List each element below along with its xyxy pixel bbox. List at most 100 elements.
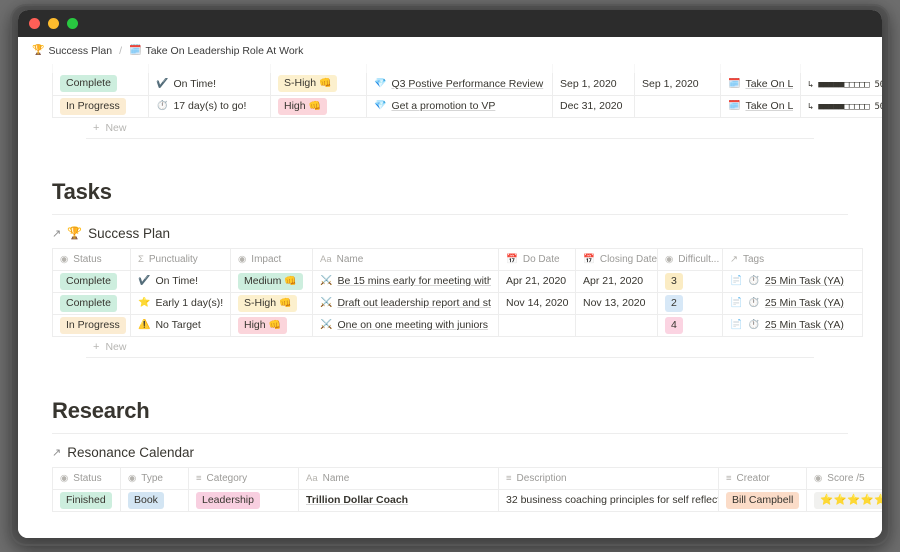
- task-tags-cell[interactable]: 📄 ⏱️ 25 Min Task (YA): [722, 292, 863, 315]
- progress-bar: ↳ ■■■■■□□□□□ 50%: [808, 79, 882, 90]
- goal-status-cell[interactable]: In Progress: [52, 95, 149, 118]
- task-name-cell[interactable]: ⚔️ Be 15 mins early for meeting with dire…: [312, 270, 499, 293]
- column-header-impact[interactable]: ◉ Impact: [230, 247, 313, 271]
- column-header-status[interactable]: ◉ Status: [52, 247, 131, 271]
- task-punctuality-cell[interactable]: ⚠️ No Target: [130, 314, 231, 337]
- task-difficulty-cell[interactable]: 3: [657, 270, 723, 293]
- research-creator-cell[interactable]: Bill Campbell: [718, 489, 807, 512]
- goal-status-cell[interactable]: Complete: [52, 73, 149, 96]
- column-header-difficulty[interactable]: ◉ Difficult...: [657, 247, 723, 271]
- table-row[interactable]: Finished Book Leadership Trillion Dollar…: [52, 489, 882, 512]
- task-closing-date-cell[interactable]: Apr 21, 2020: [575, 270, 658, 293]
- goal-punctuality-cell[interactable]: ✔️ On Time!: [148, 73, 271, 96]
- goal-name-cell[interactable]: 💎 Get a promotion to VP: [366, 95, 553, 118]
- tasks-new-row-button[interactable]: + New: [86, 337, 814, 358]
- linked-database-resonance-calendar[interactable]: ↗ Resonance Calendar: [52, 445, 882, 460]
- research-name-cell[interactable]: Trillion Dollar Coach: [298, 489, 499, 512]
- score-rating: ⭐⭐⭐⭐⭐: [814, 491, 882, 509]
- tasks-table-wrapper: ◉ Status Σ Punctuality ◉ Impact Aa Name 📅 Do …: [52, 247, 863, 358]
- goal-relation-cell[interactable]: 🗓️ Take On Leade: [720, 73, 801, 96]
- task-name-cell[interactable]: ⚔️ One on one meeting with juniors: [312, 314, 499, 337]
- task-status-cell[interactable]: Complete: [52, 292, 131, 315]
- goal-do-date-cell[interactable]: Dec 31, 2020: [552, 95, 635, 118]
- breadcrumb-item-success-plan[interactable]: 🏆 Success Plan: [32, 45, 112, 57]
- column-header-category[interactable]: ≡ Category: [188, 466, 299, 490]
- relation-text: Take On Leade: [745, 100, 793, 112]
- task-impact-cell[interactable]: Medium 👊: [230, 270, 313, 293]
- table-row[interactable]: In Progress ⚠️ No Target High 👊 ⚔️ One on …: [52, 314, 863, 337]
- goal-punctuality-cell[interactable]: ⏱️ 17 day(s) to go!: [148, 95, 271, 118]
- check-icon: ✔️: [138, 275, 151, 286]
- task-do-date-cell[interactable]: Nov 14, 2020: [498, 292, 576, 315]
- column-header-type[interactable]: ◉ Type: [120, 466, 189, 490]
- column-header-do-date[interactable]: 📅 Do Date: [498, 247, 576, 271]
- goal-progress-cell[interactable]: ↳ ■■■■■□□□□□ 50%: [800, 73, 882, 96]
- goal-progress-cell[interactable]: ↳ ■■■■■□□□□□ 50%: [800, 95, 882, 118]
- goal-closing-date-cell[interactable]: [634, 95, 721, 118]
- task-name-cell[interactable]: ⚔️ Draft out leadership report and strate…: [312, 292, 499, 315]
- close-window-icon[interactable]: [29, 18, 40, 29]
- table-row[interactable]: Complete ✔️ On Time! Medium 👊 ⚔️ Be 15 min…: [52, 270, 863, 293]
- task-closing-date-cell[interactable]: Nov 13, 2020: [575, 292, 658, 315]
- task-impact-cell[interactable]: High 👊: [230, 314, 313, 337]
- task-tags-cell[interactable]: 📄 ⏱️ 25 Min Task (YA): [722, 314, 863, 337]
- research-category-cell[interactable]: Leadership: [188, 489, 299, 512]
- task-punctuality-cell[interactable]: ⭐ Early 1 day(s)!: [130, 292, 231, 315]
- table-row[interactable]: Complete ⭐ Early 1 day(s)! S-High 👊 ⚔️ Dra…: [52, 292, 863, 315]
- task-status-cell[interactable]: Complete: [52, 270, 131, 293]
- task-name: Draft out leadership report and strategy: [337, 297, 491, 309]
- column-header-tags[interactable]: ↗ Tags: [722, 247, 863, 271]
- goal-do-date-cell[interactable]: Sep 1, 2020: [552, 73, 635, 96]
- app-content: 🏆 Success Plan / 🗓️ Take On Leadership R…: [18, 37, 882, 538]
- task-closing-date-cell[interactable]: [575, 314, 658, 337]
- goal-name: Q3 Postive Performance Review: [391, 77, 544, 90]
- formula-icon: Σ: [138, 253, 144, 265]
- tag-text: 25 Min Task (YA): [764, 297, 844, 309]
- creator-badge: Bill Campbell: [726, 491, 800, 509]
- goal-relation-cell[interactable]: 🗓️ Take On Leade: [720, 95, 801, 118]
- goal-impact-cell[interactable]: High 👊: [270, 95, 367, 118]
- column-header-status[interactable]: ◉ Status: [52, 466, 121, 490]
- divider: [52, 213, 848, 215]
- goal-closing-date-cell[interactable]: Sep 1, 2020: [634, 73, 721, 96]
- task-status-cell[interactable]: In Progress: [52, 314, 131, 337]
- task-do-date-cell[interactable]: [498, 314, 576, 337]
- goal-name-cell[interactable]: 💎 Q3 Postive Performance Review: [366, 73, 553, 96]
- select-icon: ◉: [60, 472, 69, 484]
- column-header-name[interactable]: Aa Name: [312, 247, 499, 271]
- maximize-window-icon[interactable]: [67, 18, 78, 29]
- table-row[interactable]: Complete ✔️ On Time! S-High 👊 💎 Q3 Postive…: [52, 73, 882, 96]
- research-type-cell[interactable]: Book: [120, 489, 189, 512]
- minimize-window-icon[interactable]: [48, 18, 59, 29]
- research-status-cell[interactable]: Finished: [52, 489, 121, 512]
- goal-impact-cell[interactable]: S-High 👊: [270, 73, 367, 96]
- column-header-closing-date[interactable]: 📅 Closing Date: [575, 247, 658, 271]
- divider: [52, 432, 848, 434]
- goals-new-row-button[interactable]: + New: [86, 118, 814, 139]
- task-tags-cell[interactable]: 📄 ⏱️ 25 Min Task (YA): [722, 270, 863, 293]
- task-difficulty-cell[interactable]: 4: [657, 314, 723, 337]
- punctuality-text: On Time!: [155, 275, 199, 287]
- punctuality-text: 17 day(s) to go!: [173, 100, 247, 112]
- task-punctuality-cell[interactable]: ✔️ On Time!: [130, 270, 231, 293]
- fist-icon: 👊: [319, 78, 332, 90]
- research-score-cell[interactable]: ⭐⭐⭐⭐⭐: [806, 489, 882, 512]
- impact-badge: Medium 👊: [238, 272, 303, 290]
- column-header-name[interactable]: Aa Name: [298, 466, 499, 490]
- column-header-punctuality[interactable]: Σ Punctuality: [130, 247, 231, 271]
- research-description-cell[interactable]: 32 business coaching principles for self…: [498, 489, 719, 512]
- select-icon: ◉: [665, 253, 674, 265]
- task-difficulty-cell[interactable]: 2: [657, 292, 723, 315]
- column-header-score[interactable]: ◉ Score /5: [806, 466, 882, 490]
- task-impact-cell[interactable]: S-High 👊: [230, 292, 313, 315]
- calendar-icon: 🗓️: [728, 100, 741, 111]
- column-header-description[interactable]: ≡ Description: [498, 466, 719, 490]
- stopwatch-icon: ⏱️: [156, 100, 169, 111]
- column-header-creator[interactable]: ≡ Creator: [718, 466, 807, 490]
- task-do-date-cell[interactable]: Apr 21, 2020: [498, 270, 576, 293]
- breadcrumb: 🏆 Success Plan / 🗓️ Take On Leadership R…: [18, 37, 882, 64]
- table-row[interactable]: In Progress ⏱️ 17 day(s) to go! High 👊 💎 G…: [52, 95, 882, 118]
- difficulty-badge: 2: [665, 294, 683, 312]
- breadcrumb-item-current-page[interactable]: 🗓️ Take On Leadership Role At Work: [129, 45, 303, 57]
- linked-database-success-plan[interactable]: ↗ 🏆 Success Plan: [52, 226, 882, 241]
